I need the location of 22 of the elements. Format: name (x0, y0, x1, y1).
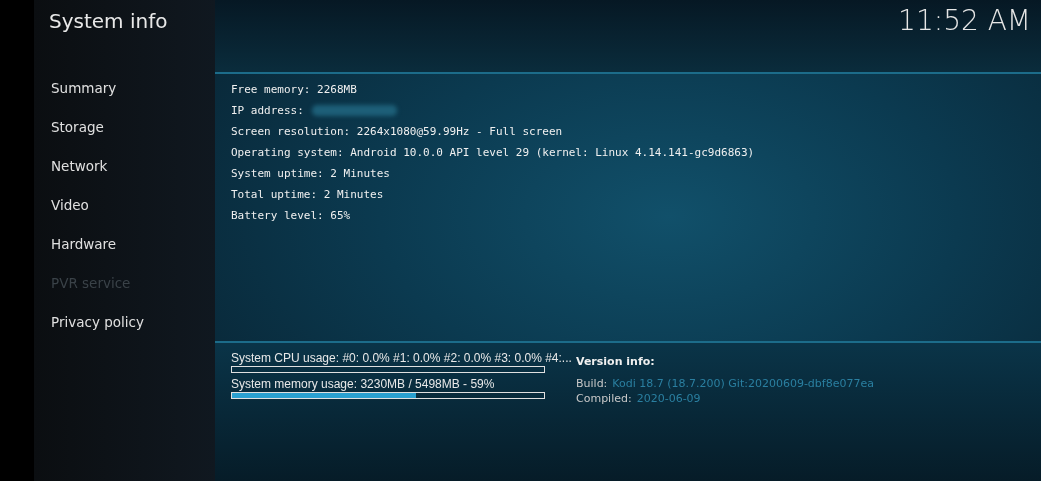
sidebar-item[interactable]: Hardware (51, 234, 215, 273)
section-title: Version info: (576, 355, 656, 370)
sidebar-item[interactable]: Summary (51, 78, 215, 117)
info-text: Free memory: 2268MB (231, 83, 357, 96)
sidebar-item[interactable]: Privacy policy (51, 312, 215, 351)
info-text: System uptime: 2 Minutes (231, 167, 390, 180)
field-value: 2020-06-09 (636, 392, 701, 407)
info-text: IP address: (231, 104, 304, 117)
sidebar-item[interactable]: Video (51, 195, 215, 234)
usage-label: System memory usage: 3230MB / 5498MB - 59% (231, 377, 496, 392)
usage-label: System CPU usage: #0: 0.0% #1: 0.0% #2: 0.0% #3: 0.0% #4:... (231, 351, 573, 366)
info-text: Operating system: Android 10.0.0 API level 29 (kernel: Linux 4.14.141-gc9d6863) (231, 146, 755, 159)
window-title: System info (48, 8, 169, 35)
field-label: Compiled: (576, 392, 632, 407)
field-value: Kodi 18.7 (18.7.200) Git:20200609-dbf8e077ea (612, 377, 874, 392)
info-text: Screen resolution: 2264x1080@59.99Hz - Full screen (231, 125, 563, 138)
sidebar-item[interactable]: Network (51, 156, 215, 195)
sidebar-item[interactable]: Storage (51, 117, 215, 156)
info-text: Battery level: 65% (231, 209, 351, 222)
info-text: Total uptime: 2 Minutes (231, 188, 384, 201)
field-label: Build: (576, 377, 608, 392)
clock-time: 11:52 AM (898, 3, 1032, 39)
